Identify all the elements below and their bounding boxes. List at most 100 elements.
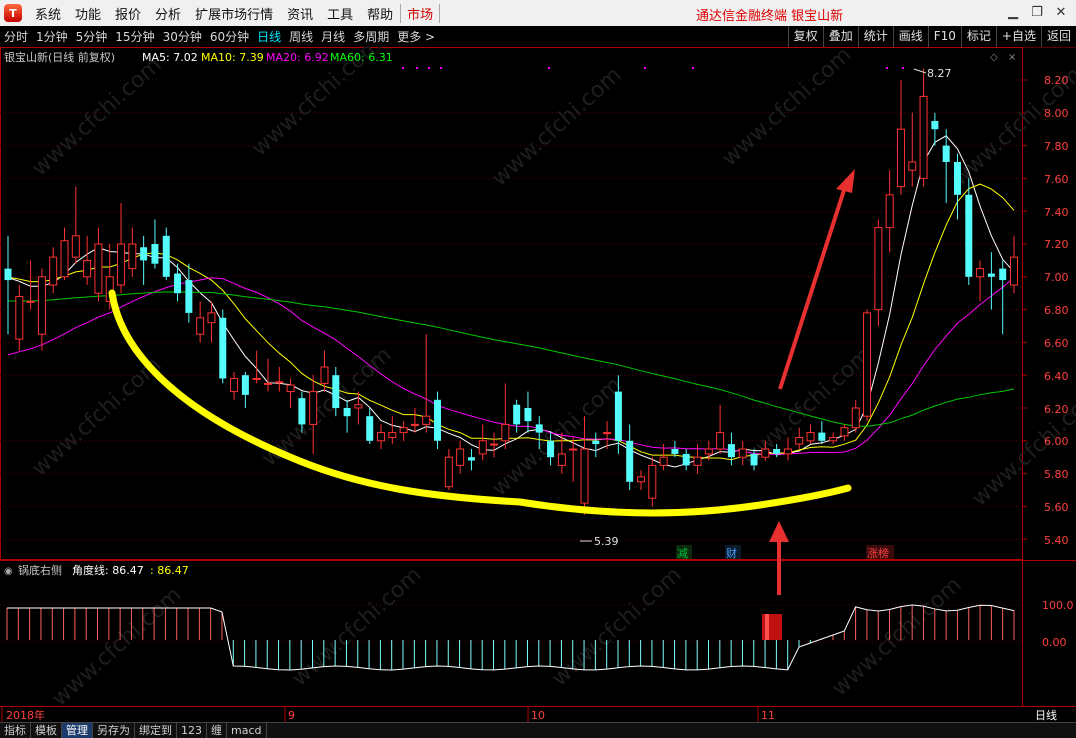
moving-average-lines [7,135,1015,468]
candle-body [919,95,928,179]
candle-body [377,432,386,442]
adjust-button[interactable]: 复权 [787,26,823,47]
candle-body [614,391,622,441]
tab-bind-to[interactable]: 绑定到 [135,723,177,738]
candle-body [953,162,961,195]
close-icon[interactable]: ✕ [1050,3,1072,22]
tab-indicator[interactable]: 指标 [0,723,31,738]
watermark-text: www.cfchi.com [27,53,166,182]
menu-news[interactable]: 资讯 [280,4,320,23]
price-tick: 6.00 [1044,435,1069,448]
ma10-label: MA10: 7.39 [201,51,264,64]
period-more[interactable]: 更多 > [393,28,439,45]
menu-analysis[interactable]: 分析 [148,4,188,23]
menu-tools[interactable]: 工具 [320,4,360,23]
candle-body [976,268,985,278]
candle-body [117,243,126,286]
price-tick: 7.00 [1044,271,1069,284]
indicator-tick: 0.00 [1042,636,1067,649]
overlay-button[interactable]: 叠加 [822,26,858,47]
period-multi[interactable]: 多周期 [349,28,393,45]
restore-icon[interactable]: ❐ [1026,3,1048,22]
candle-body [704,448,713,455]
candle-body [151,244,159,264]
price-tick: 6.80 [1044,304,1069,317]
candle-body [773,449,781,454]
menu-help[interactable]: 帮助 [360,4,400,23]
tab-save-as[interactable]: 另存为 [93,723,135,738]
menu-market[interactable]: 市场 [400,3,441,23]
menu-extended-market[interactable]: 扩展市场行情 [188,4,280,23]
candle-body [444,456,453,488]
period-5min[interactable]: 5分钟 [72,28,112,45]
diamond-icon[interactable]: ◇ [990,52,998,63]
candle-body [931,121,939,130]
period-weekly[interactable]: 周线 [285,28,317,45]
tab-manage[interactable]: 管理 [62,723,93,738]
price-tick: 5.80 [1044,468,1069,481]
tab-macd[interactable]: macd [227,723,267,738]
date-label: 2018年 [6,708,45,722]
event-dot [644,67,646,69]
candle-body [987,273,995,277]
kline-chart[interactable]: www.cfchi.com www.cfchi.com www.cfchi.com w… [0,47,1076,707]
watermark-text: www.cfchi.com [247,47,386,161]
candle-body [49,256,58,286]
candle-body [399,427,408,434]
add-watchlist-button[interactable]: +自选 [995,26,1041,47]
candle-body [275,381,284,384]
ma5-line [7,135,1015,468]
finance-marker[interactable]: 财 [726,546,737,560]
price-tick: 7.20 [1044,238,1069,251]
menu-system[interactable]: 系统 [28,4,68,23]
indicator-toggle-icon[interactable]: ◉ [4,566,13,577]
price-tick: 7.80 [1044,140,1069,153]
reduce-marker[interactable]: 减 [677,547,688,560]
candle-body [456,448,465,466]
candle-body [128,243,137,270]
candle-body [422,415,431,425]
tab-chan[interactable]: 缠 [207,723,227,738]
price-tick: 8.20 [1044,74,1069,87]
ma60-label: MA60: 6.31 [330,51,393,64]
menu-quote[interactable]: 报价 [108,4,148,23]
candle-body [863,312,872,417]
tab-template[interactable]: 模板 [31,723,62,738]
signal-arrow-head [769,521,789,542]
date-axis: 2018年 9 10 11 日线 [0,707,1076,722]
minimize-icon[interactable]: ▁ [1002,3,1024,22]
app-logo-icon: T [4,4,22,22]
limit-up-marker[interactable]: 涨榜 [867,546,889,560]
period-30min[interactable]: 30分钟 [159,28,206,45]
f10-button[interactable]: F10 [927,26,961,47]
price-tick: 5.40 [1044,534,1069,547]
candle-body [648,464,657,499]
candle-body [829,437,838,442]
low-price-label: 5.39 [594,535,619,548]
candle-body [219,317,227,379]
stock-header-name: 银宝山新(日线 前复权) [4,50,115,64]
period-daily[interactable]: 日线 [253,28,285,45]
candle-body [636,476,645,483]
menu-function[interactable]: 功能 [68,4,108,23]
candle-body [501,423,510,442]
candle-body [434,399,442,441]
period-15min[interactable]: 15分钟 [111,28,158,45]
period-60min[interactable]: 60分钟 [206,28,253,45]
stats-button[interactable]: 统计 [857,26,893,47]
event-dot [402,67,404,69]
period-1min[interactable]: 1分钟 [32,28,72,45]
candle-body [140,247,148,261]
watermark-text: www.cfchi.com [287,563,426,692]
x-small-icon[interactable]: × [1008,52,1016,63]
tab-123[interactable]: 123 [177,723,207,738]
chart-area[interactable]: www.cfchi.com www.cfchi.com www.cfchi.com w… [0,47,1076,707]
candle-body [671,449,679,454]
candle-body [851,407,860,429]
back-button[interactable]: 返回 [1040,26,1076,47]
period-timeshare[interactable]: 分时 [0,28,32,45]
draw-line-button[interactable]: 画线 [892,26,928,47]
period-monthly[interactable]: 月线 [317,28,349,45]
mark-button[interactable]: 标记 [960,26,996,47]
candle-body [252,377,261,380]
